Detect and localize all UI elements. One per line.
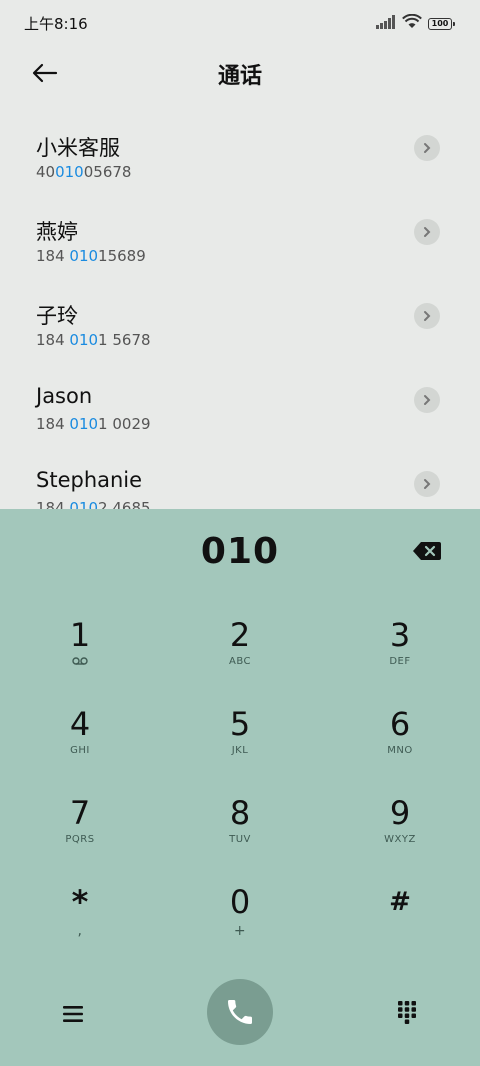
key-5[interactable]: 5 JKL [180, 706, 300, 784]
key-letters: , [77, 923, 83, 939]
wifi-icon [402, 13, 422, 33]
contact-detail-button[interactable] [414, 471, 440, 497]
key-4[interactable]: 4 GHI [20, 706, 140, 784]
number-match: 010 [69, 331, 99, 349]
dialed-number[interactable]: 010 [0, 531, 480, 572]
key-7[interactable]: 7 PQRS [20, 795, 140, 873]
status-bar: 上午8:16 100 [0, 0, 480, 46]
number-match: 010 [69, 499, 99, 509]
status-icons: 100 [376, 13, 455, 33]
chevron-right-icon [424, 227, 431, 237]
header: 通话 [0, 46, 480, 98]
key-digit: 0 [229, 883, 251, 921]
contact-name: Jason [36, 384, 93, 408]
number-match: 010 [69, 247, 99, 265]
key-2[interactable]: 2 ABC [180, 617, 300, 695]
phone-icon [228, 1000, 252, 1024]
key-letters: DEF [389, 656, 411, 667]
key-letters [340, 923, 460, 937]
key-hash[interactable]: # [340, 884, 460, 962]
chevron-right-icon [424, 479, 431, 489]
number-match: 010 [69, 415, 99, 433]
key-letters: MNO [387, 745, 413, 756]
key-letters: GHI [70, 745, 90, 756]
contact-name: 小米客服 [36, 136, 120, 160]
key-digit: 5 [229, 705, 251, 743]
contact-name: Stephanie [36, 468, 143, 492]
key-6[interactable]: 6 MNO [340, 706, 460, 784]
contact-number: 184 0101 5678 [36, 331, 151, 349]
key-letters: JKL [231, 745, 249, 756]
battery-level: 100 [431, 18, 449, 28]
contact-row[interactable]: 子玲 184 0101 5678 [0, 274, 480, 358]
keypad-toggle-button[interactable] [392, 997, 422, 1027]
contact-row[interactable]: Stephanie 184 0102 4685 [0, 442, 480, 509]
contact-row[interactable]: 燕婷 184 01015689 [0, 190, 480, 274]
chevron-right-icon [424, 311, 431, 321]
call-button[interactable] [207, 979, 273, 1045]
number-match: 010 [55, 163, 84, 181]
contact-detail-button[interactable] [414, 135, 440, 161]
key-letters: + [233, 923, 247, 939]
contact-number: 4001005678 [36, 163, 132, 181]
status-time: 上午8:16 [24, 15, 88, 33]
dialpad-icon [398, 1001, 416, 1024]
key-8[interactable]: 8 TUV [180, 795, 300, 873]
dialer-bottom-bar [0, 979, 480, 1049]
menu-button[interactable] [58, 999, 88, 1029]
contact-detail-button[interactable] [414, 219, 440, 245]
key-digit: 6 [389, 705, 411, 743]
contact-number: 184 0101 0029 [36, 415, 151, 433]
battery-icon: 100 [428, 17, 455, 30]
contact-row[interactable]: 小米客服 4001005678 [0, 106, 480, 190]
signal-icon [376, 14, 396, 33]
key-digit: 3 [389, 616, 411, 654]
contact-number: 184 0102 4685 [36, 499, 151, 509]
backspace-button[interactable] [412, 540, 442, 562]
backspace-icon [413, 542, 441, 560]
key-digit: 1 [69, 616, 91, 654]
key-letters: PQRS [65, 834, 95, 845]
key-digit: * [71, 883, 89, 921]
dialer-panel: 010 1 2 ABC 3 DEF 4 GHI 5 JKL 6 MNO 7 PQ… [0, 509, 480, 1066]
key-3[interactable]: 3 DEF [340, 617, 460, 695]
page-title: 通话 [217, 64, 262, 89]
key-digit: 4 [69, 705, 91, 743]
key-digit: 9 [389, 794, 411, 832]
key-9[interactable]: 9 WXYZ [340, 795, 460, 873]
key-digit: 2 [229, 616, 251, 654]
menu-icon [63, 1006, 83, 1022]
key-1[interactable]: 1 [20, 617, 140, 695]
key-digit: # [389, 887, 411, 917]
key-star[interactable]: * , [20, 884, 140, 962]
key-digit: 8 [229, 794, 251, 832]
key-0[interactable]: 0 + [180, 884, 300, 962]
voicemail-icon [20, 656, 140, 670]
key-digit: 7 [69, 794, 91, 832]
contact-detail-button[interactable] [414, 387, 440, 413]
chevron-right-icon [424, 395, 431, 405]
contact-name: 燕婷 [36, 220, 78, 244]
contact-detail-button[interactable] [414, 303, 440, 329]
contact-number: 184 01015689 [36, 247, 146, 265]
key-letters: WXYZ [384, 834, 416, 845]
contact-row[interactable]: Jason 184 0101 0029 [0, 358, 480, 442]
key-letters: TUV [229, 834, 251, 845]
contact-list: 小米客服 4001005678 燕婷 184 01015689 子玲 184 0… [0, 106, 480, 509]
chevron-right-icon [424, 143, 431, 153]
contact-name: 子玲 [36, 304, 78, 328]
key-letters: ABC [228, 656, 251, 667]
